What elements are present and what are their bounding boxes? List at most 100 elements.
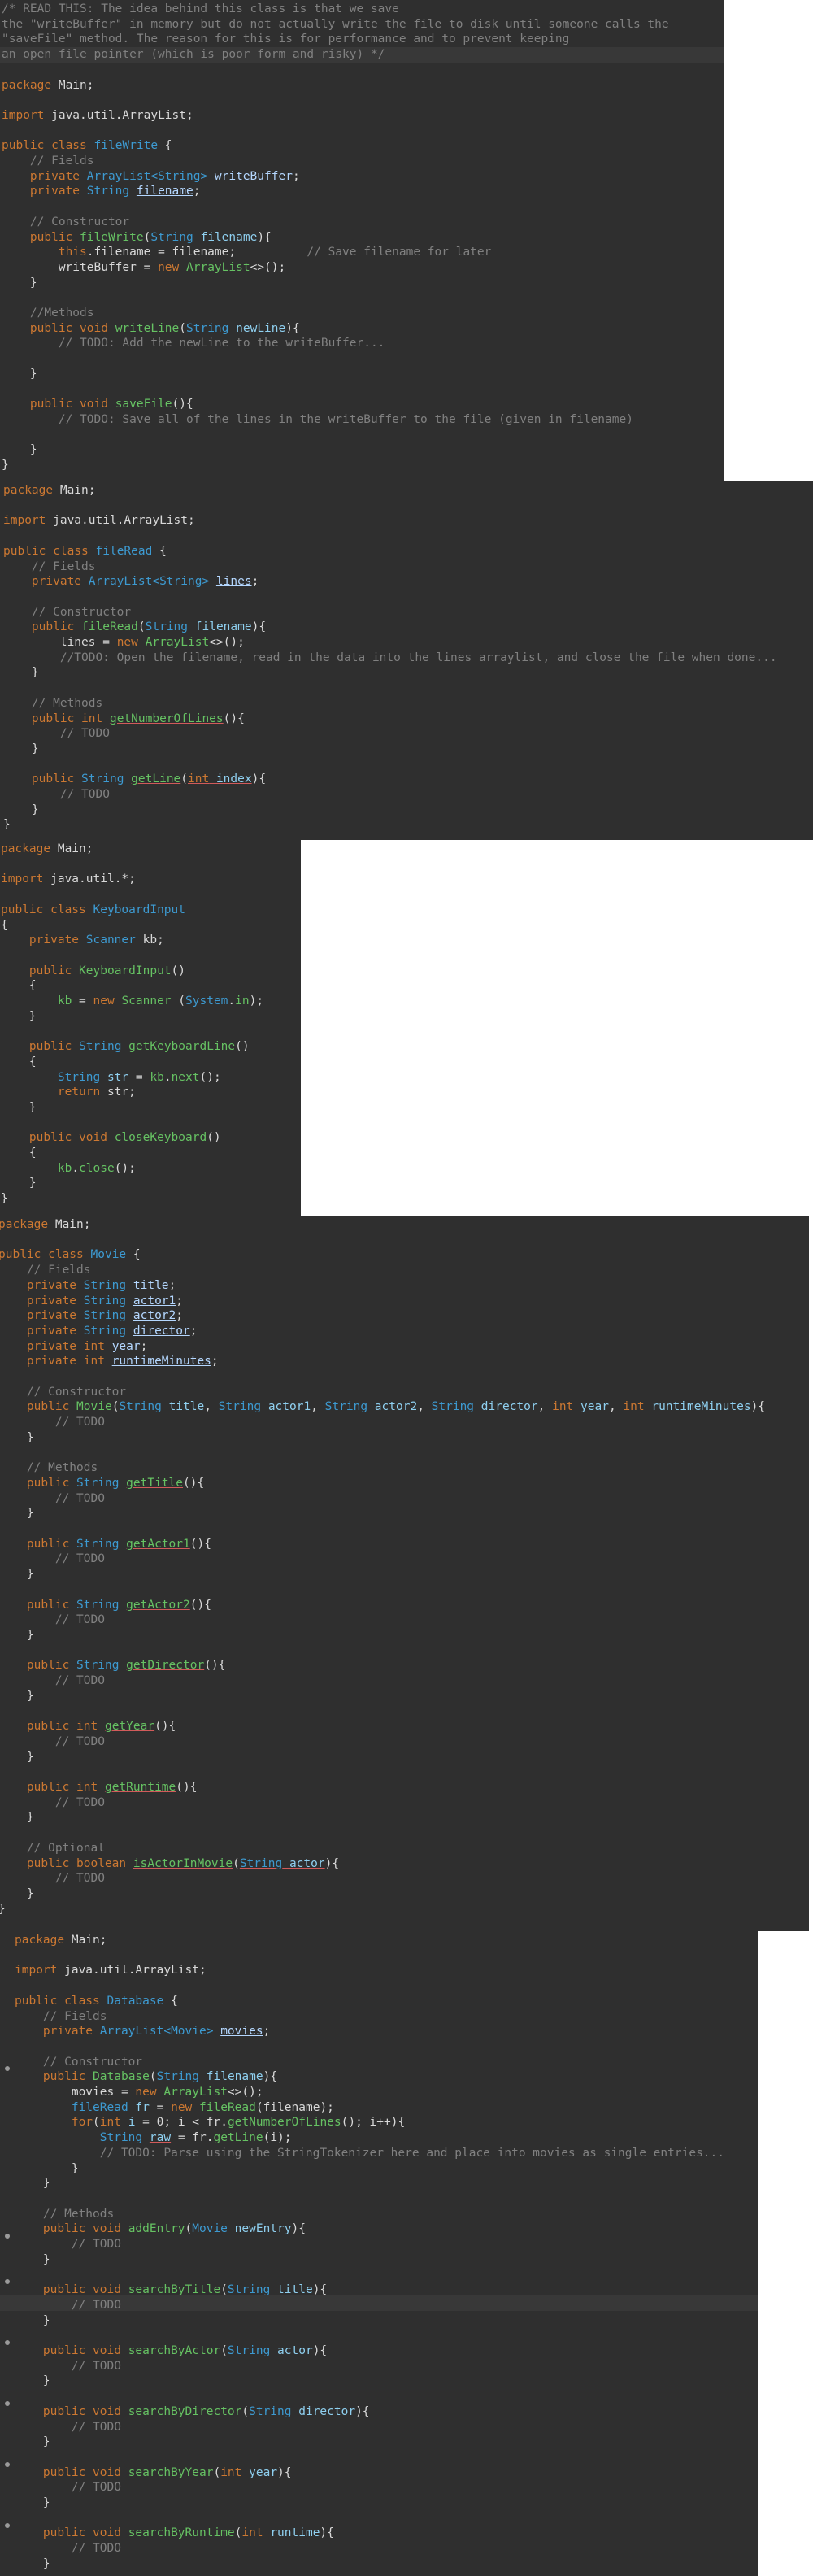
code-line[interactable]: // TODO bbox=[0, 1612, 765, 1628]
code-line[interactable]: // TODO bbox=[15, 2541, 724, 2556]
code-line[interactable]: ​ bbox=[15, 2039, 724, 2055]
code-line[interactable]: } bbox=[1, 1191, 263, 1207]
code-line[interactable]: kb = new Scanner (System.in); bbox=[1, 994, 263, 1009]
code-line[interactable]: // Optional bbox=[0, 1841, 765, 1856]
code-line[interactable]: } bbox=[0, 1567, 765, 1582]
code-line[interactable]: import java.util.ArrayList; bbox=[3, 513, 777, 529]
code-line[interactable]: public class Database { bbox=[15, 1994, 724, 2009]
code-line[interactable]: return str; bbox=[1, 1085, 263, 1100]
code-line[interactable]: public KeyboardInput() bbox=[1, 964, 263, 979]
code-line[interactable]: } bbox=[15, 2556, 724, 2572]
code-line[interactable]: // TODO: Parse using the StringTokenizer… bbox=[15, 2146, 724, 2161]
code-line[interactable]: ​ bbox=[2, 382, 669, 398]
code-line[interactable]: // TODO bbox=[0, 1871, 765, 1886]
code-line[interactable]: the "writeBuffer" in memory but do not a… bbox=[2, 17, 669, 33]
code-line[interactable]: import java.util.ArrayList; bbox=[2, 108, 669, 124]
code-line[interactable]: // TODO bbox=[15, 2420, 724, 2435]
code-line[interactable]: "saveFile" method. The reason for this i… bbox=[2, 32, 669, 47]
code-line[interactable]: public class KeyboardInput bbox=[1, 903, 263, 918]
code-block-database[interactable]: package Main; ​ import java.util.ArrayList… bbox=[15, 1933, 724, 2572]
code-line[interactable]: private String actor1; bbox=[0, 1294, 765, 1309]
code-line[interactable]: private ArrayList<String> writeBuffer; bbox=[2, 169, 669, 185]
code-line[interactable]: package Main; bbox=[3, 483, 777, 498]
code-line[interactable]: { bbox=[1, 1146, 263, 1161]
code-line[interactable]: } bbox=[0, 1506, 765, 1521]
code-line[interactable]: // Methods bbox=[0, 1460, 765, 1476]
fold-marker-icon[interactable] bbox=[5, 2401, 10, 2406]
code-line[interactable]: public void closeKeyboard() bbox=[1, 1130, 263, 1146]
code-line[interactable]: public class Movie { bbox=[0, 1247, 765, 1263]
code-line[interactable]: // Methods bbox=[3, 696, 777, 711]
code-line[interactable]: this.filename = filename; // Save filena… bbox=[2, 245, 669, 260]
code-line[interactable]: private int runtimeMinutes; bbox=[0, 1354, 765, 1369]
code-line[interactable]: ​ bbox=[2, 351, 669, 367]
code-line[interactable]: ​ bbox=[15, 2450, 724, 2465]
code-line[interactable]: public int getYear(){ bbox=[0, 1719, 765, 1734]
code-line[interactable]: ​ bbox=[1, 857, 263, 872]
code-line[interactable]: ​ bbox=[2, 290, 669, 306]
code-line[interactable]: /* READ THIS: The idea behind this class… bbox=[2, 2, 669, 17]
code-line[interactable]: } bbox=[15, 2496, 724, 2511]
code-line[interactable]: { bbox=[1, 978, 263, 994]
code-line[interactable]: public void searchByYear(int year){ bbox=[15, 2465, 724, 2481]
code-line[interactable]: public class fileWrite { bbox=[2, 138, 669, 154]
code-line[interactable]: ​ bbox=[15, 2389, 724, 2404]
code-line[interactable]: public int getRuntime(){ bbox=[0, 1780, 765, 1795]
code-line[interactable]: // TODO bbox=[15, 2298, 724, 2313]
code-line[interactable]: public fileWrite(String filename){ bbox=[2, 230, 669, 246]
code-line[interactable]: // Fields bbox=[3, 559, 777, 575]
code-line[interactable]: ​ bbox=[3, 681, 777, 696]
code-line[interactable]: } bbox=[2, 442, 669, 458]
code-line[interactable]: ​ bbox=[1, 1116, 263, 1131]
code-line[interactable]: ​ bbox=[3, 590, 777, 605]
code-line[interactable]: ​ bbox=[0, 1233, 765, 1248]
code-line[interactable]: // TODO bbox=[0, 1795, 765, 1811]
code-line[interactable]: for(int i = 0; i < fr.getNumberOfLines()… bbox=[15, 2115, 724, 2130]
fold-marker-icon[interactable] bbox=[5, 2523, 10, 2528]
code-line[interactable]: ​ bbox=[15, 2328, 724, 2343]
code-line[interactable]: // TODO bbox=[0, 1551, 765, 1567]
code-line[interactable]: ​ bbox=[2, 63, 669, 78]
code-line[interactable]: { bbox=[1, 1055, 263, 1070]
code-line[interactable]: ​ bbox=[3, 529, 777, 544]
code-line[interactable]: ​ bbox=[0, 1369, 765, 1385]
code-line[interactable]: //TODO: Open the filename, read in the d… bbox=[3, 651, 777, 666]
code-line[interactable]: import java.util.ArrayList; bbox=[15, 1963, 724, 1978]
code-line[interactable]: // Fields bbox=[0, 1263, 765, 1278]
code-line[interactable]: writeBuffer = new ArrayList<>(); bbox=[2, 260, 669, 276]
code-line[interactable]: public Database(String filename){ bbox=[15, 2069, 724, 2085]
code-line[interactable]: ​ bbox=[2, 199, 669, 215]
code-line[interactable]: // Constructor bbox=[15, 2055, 724, 2070]
code-line[interactable]: { bbox=[1, 918, 263, 933]
code-line[interactable]: ​ bbox=[0, 1582, 765, 1598]
code-line[interactable]: } bbox=[0, 1886, 765, 1902]
code-line[interactable]: } bbox=[1, 1176, 263, 1191]
code-line[interactable]: private String title; bbox=[0, 1278, 765, 1294]
code-line[interactable]: // TODO: Save all of the lines in the wr… bbox=[2, 412, 669, 428]
code-line[interactable]: } bbox=[3, 817, 777, 833]
code-line[interactable]: // TODO bbox=[15, 2359, 724, 2374]
code-line[interactable]: } bbox=[2, 458, 669, 473]
code-line[interactable]: } bbox=[15, 2161, 724, 2177]
code-line[interactable]: private Scanner kb; bbox=[1, 933, 263, 948]
code-line[interactable]: public class fileRead { bbox=[3, 544, 777, 559]
code-line[interactable]: lines = new ArrayList<>(); bbox=[3, 635, 777, 651]
code-line[interactable]: } bbox=[15, 2374, 724, 2389]
fold-marker-icon[interactable] bbox=[5, 2234, 10, 2239]
code-block-movie[interactable]: package Main;​public class Movie { // Fi… bbox=[0, 1217, 765, 1917]
code-line[interactable]: ​ bbox=[2, 428, 669, 443]
code-line[interactable]: // TODO: Add the newLine to the writeBuf… bbox=[2, 336, 669, 351]
code-line[interactable]: } bbox=[0, 1750, 765, 1765]
code-line[interactable]: import java.util.*; bbox=[1, 872, 263, 887]
code-line[interactable]: ​ bbox=[1, 948, 263, 964]
code-line[interactable]: public boolean isActorInMovie(String act… bbox=[0, 1856, 765, 1872]
code-line[interactable]: // Fields bbox=[2, 154, 669, 169]
code-line[interactable]: public fileRead(String filename){ bbox=[3, 620, 777, 635]
code-line[interactable]: } bbox=[0, 1810, 765, 1825]
code-line[interactable]: package Main; bbox=[2, 78, 669, 94]
code-line[interactable]: package Main; bbox=[15, 1933, 724, 1948]
code-line[interactable]: } bbox=[1, 1009, 263, 1025]
code-line[interactable]: } bbox=[3, 742, 777, 757]
code-line[interactable]: } bbox=[15, 2252, 724, 2268]
code-block-keyboardinput[interactable]: package Main;​import java.util.*;​public… bbox=[1, 842, 263, 1207]
